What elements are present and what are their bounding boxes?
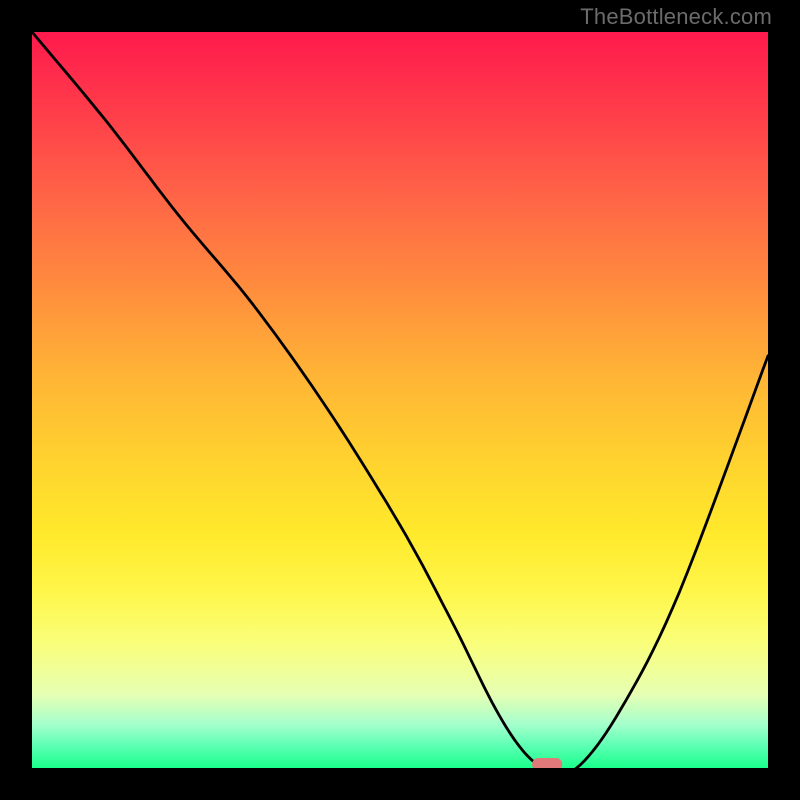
bottleneck-curve bbox=[32, 32, 768, 768]
plot-area bbox=[32, 32, 768, 768]
watermark-label: TheBottleneck.com bbox=[580, 4, 772, 30]
chart-svg bbox=[32, 32, 768, 768]
chart-frame: TheBottleneck.com bbox=[0, 0, 800, 800]
optimal-marker bbox=[532, 758, 562, 768]
